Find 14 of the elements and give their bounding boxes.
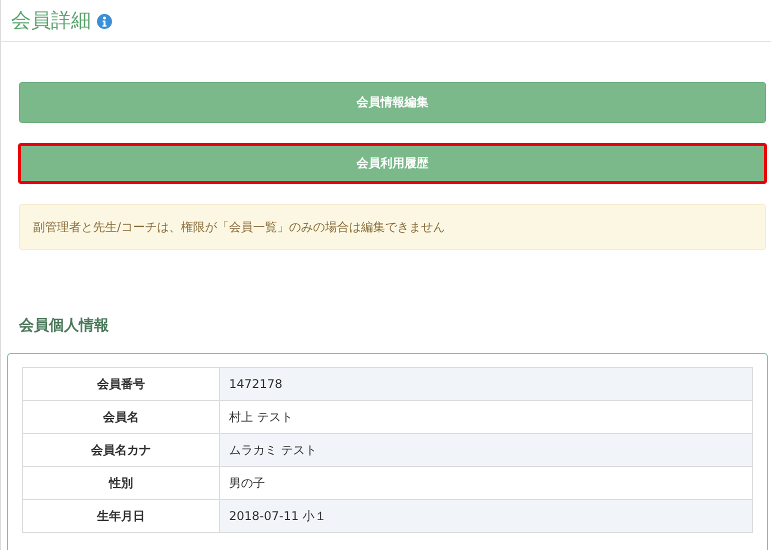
notice-message: 副管理者と先生/コーチは、権限が「会員一覧」のみの場合は編集できません xyxy=(19,204,766,250)
action-button[interactable]: 会員情報編集 xyxy=(19,82,766,123)
field-value: ムラカミ テスト xyxy=(220,434,752,466)
field-value: 1472178 xyxy=(220,368,752,400)
info-icon[interactable] xyxy=(97,14,112,29)
field-label: 会員名カナ xyxy=(22,434,220,466)
field-label: 性別 xyxy=(22,466,220,500)
field-value: 2018-07-11 小１ xyxy=(220,500,752,532)
action-button[interactable]: 会員利用履歴 xyxy=(18,143,767,184)
section-title: 会員個人情報 xyxy=(19,316,110,335)
field-label: 会員名 xyxy=(22,400,220,434)
field-label: 生年月日 xyxy=(22,500,220,532)
page-title: 会員詳細 xyxy=(11,7,91,34)
field-label: 会員番号 xyxy=(22,368,220,400)
